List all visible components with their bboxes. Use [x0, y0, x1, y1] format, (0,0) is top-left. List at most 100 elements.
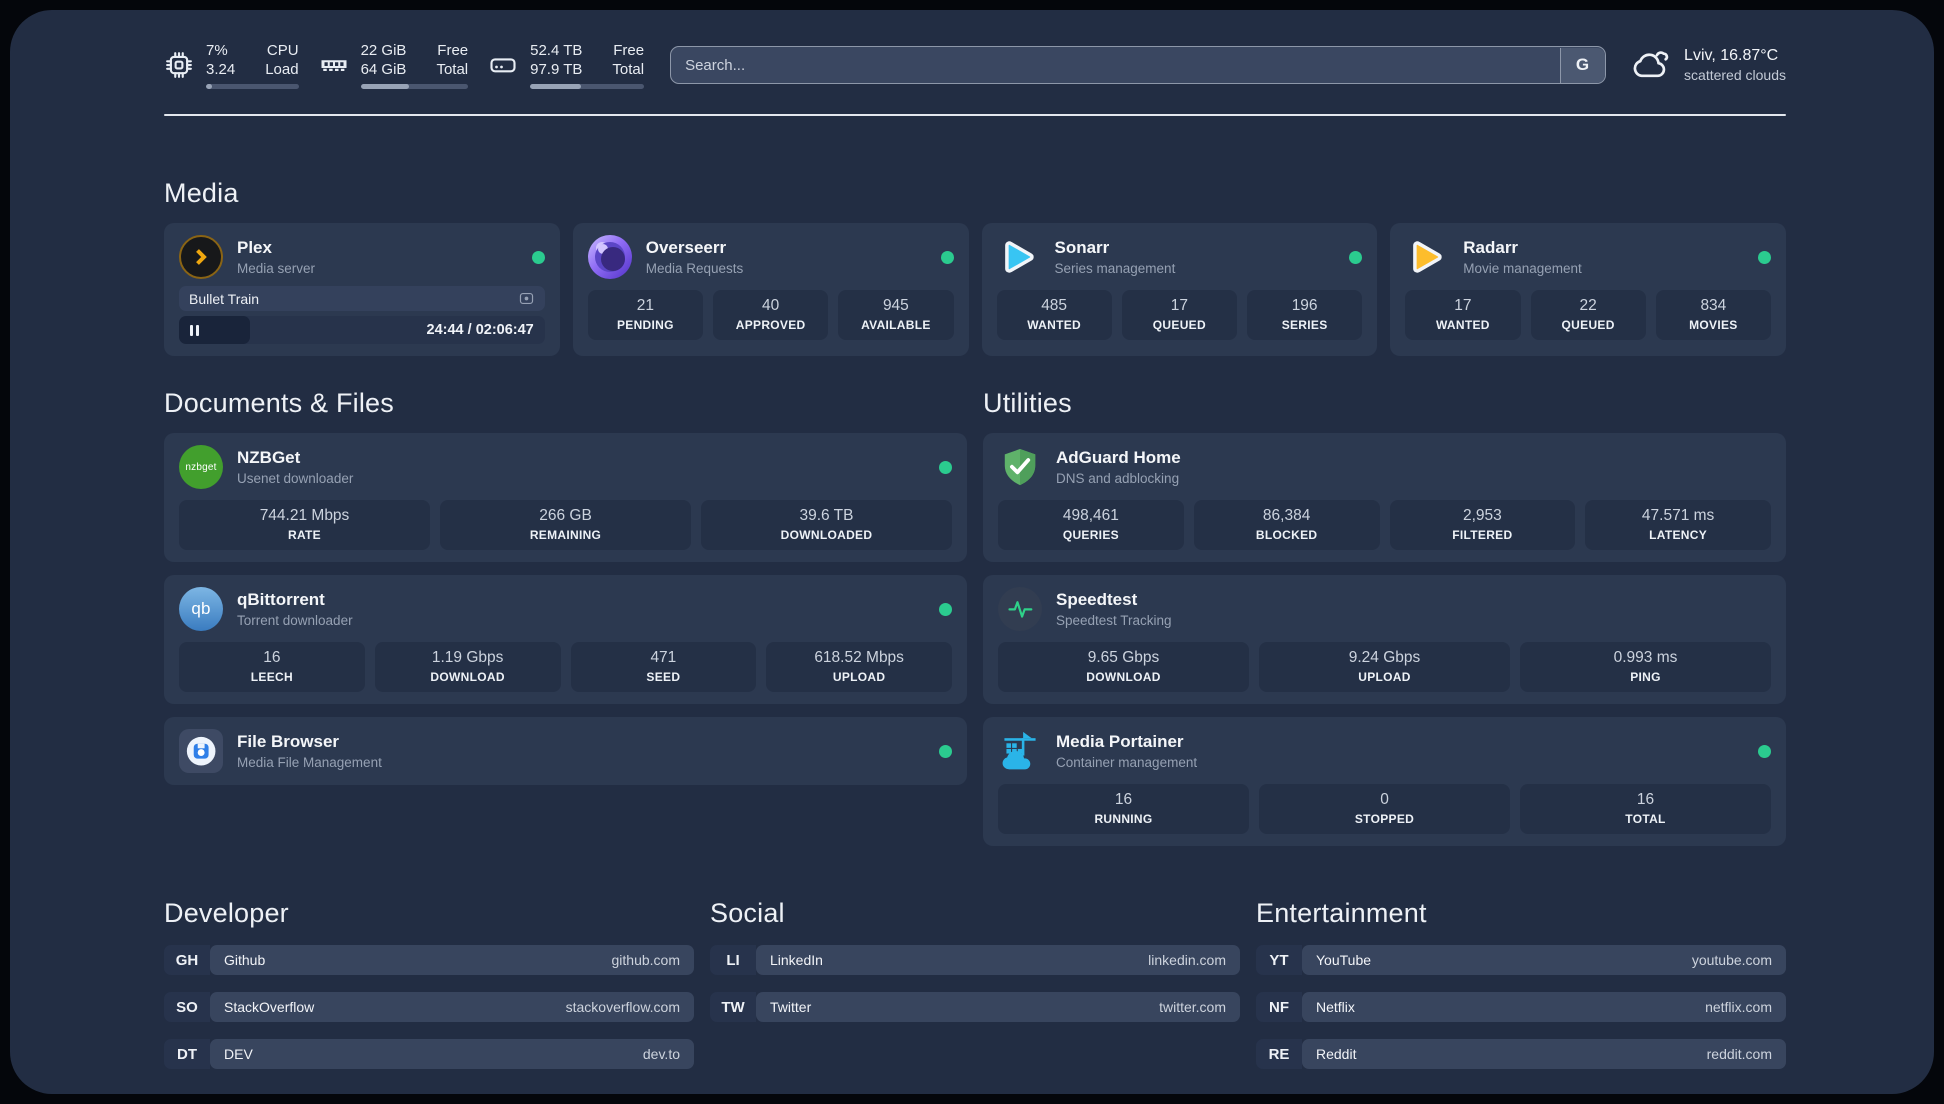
links-section-developer: Developer GH Github github.com SO StackOv… — [164, 898, 694, 1086]
link-row-netflix[interactable]: NF Netflix netflix.com — [1256, 992, 1786, 1022]
cpu-stat: 7% 3.24 CPU Load — [164, 41, 299, 89]
app-title: Sonarr — [1054, 238, 1110, 257]
section-heading-developer: Developer — [164, 898, 289, 928]
app-card-portainer[interactable]: Media Portainer Container management 16 R… — [983, 717, 1786, 846]
app-subtitle: Movie management — [1463, 261, 1582, 276]
app-title: File Browser — [237, 732, 340, 751]
qbittorrent-icon: qb — [179, 587, 223, 631]
cpu-label-bottom: Load — [265, 61, 299, 78]
disk-label-top: Free — [613, 42, 645, 59]
disk-free: 52.4 TB — [530, 42, 583, 59]
radarr-icon — [1405, 235, 1449, 279]
ram-label-bottom: Total — [436, 61, 469, 78]
app-card-nzbget[interactable]: nzbget NZBGet Usenet downloader 744.21 M… — [164, 433, 967, 562]
stat-queries: 498,461 QUERIES — [998, 500, 1184, 550]
adguard-icon — [998, 445, 1042, 489]
stat-blocked: 86,384 BLOCKED — [1193, 500, 1380, 550]
app-subtitle: Usenet downloader — [237, 471, 354, 486]
link-name: Reddit — [1316, 1046, 1357, 1062]
ram-icon — [319, 50, 349, 80]
status-online-dot — [1758, 744, 1771, 758]
link-row-twitter[interactable]: TW Twitter twitter.com — [710, 992, 1240, 1022]
playback-progress-row: 24:44 / 02:06:47 — [179, 316, 545, 344]
app-subtitle: Series management — [1054, 261, 1176, 276]
app-card-qbittorrent[interactable]: qb qBittorrent Torrent downloader 16 LEEC… — [164, 575, 967, 704]
link-url: github.com — [611, 952, 680, 968]
link-url: netflix.com — [1705, 999, 1772, 1015]
section-heading-utilities: Utilities — [983, 388, 1072, 418]
link-row-reddit[interactable]: RE Reddit reddit.com — [1256, 1039, 1786, 1069]
stat-available: 945 AVAILABLE — [838, 290, 954, 340]
pause-icon[interactable] — [190, 324, 200, 336]
link-name: StackOverflow — [224, 999, 315, 1015]
cast-screen-icon[interactable] — [518, 290, 535, 307]
stat-pending: 21 PENDING — [587, 290, 703, 340]
section-heading-documents: Documents & Files — [164, 388, 394, 418]
sonarr-icon — [997, 235, 1041, 279]
link-name: Github — [224, 952, 266, 968]
app-title: qBittorrent — [237, 590, 325, 609]
status-online-dot — [939, 602, 952, 616]
app-title: AdGuard Home — [1056, 448, 1181, 467]
link-abbr: RE — [1256, 1039, 1302, 1069]
status-online-dot — [939, 744, 952, 758]
app-card-radarr[interactable]: Radarr Movie management 17 WANTED 22 QUEUE… — [1390, 223, 1786, 356]
app-title: Overseerr — [645, 238, 727, 257]
link-row-dev[interactable]: DT DEV dev.to — [164, 1039, 694, 1069]
status-online-dot — [531, 250, 545, 264]
link-row-stackoverflow[interactable]: SO StackOverflow stackoverflow.com — [164, 992, 694, 1022]
status-online-dot — [940, 250, 954, 264]
stat-upload: 9.24 Gbps UPLOAD — [1259, 642, 1510, 692]
app-card-overseerr[interactable]: Overseerr Media Requests 21 PENDING 40 APP… — [572, 223, 969, 356]
app-card-speedtest[interactable]: Speedtest Speedtest Tracking 9.65 Gbps DO… — [983, 575, 1786, 704]
app-title: Media Portainer — [1056, 732, 1184, 751]
links-section-entertainment: Entertainment YT YouTube youtube.com NF N… — [1256, 898, 1786, 1086]
filebrowser-icon — [179, 729, 223, 773]
search-provider-button[interactable]: G — [1559, 47, 1605, 83]
disk-stat: 52.4 TB 97.9 TB Free Total — [488, 41, 645, 89]
header-bar: 7% 3.24 CPU Load 22 GiB 64 GiB Free Total — [164, 36, 1786, 94]
app-card-adguard[interactable]: AdGuard Home DNS and adblocking 498,461 Q… — [983, 433, 1786, 562]
stat-leech: 16 LEECH — [179, 642, 365, 692]
link-url: youtube.com — [1691, 952, 1772, 968]
link-name: YouTube — [1316, 952, 1372, 968]
app-card-plex[interactable]: Plex Media server Bullet Train 24:44 / 0… — [164, 223, 560, 356]
cpu-icon — [164, 50, 194, 80]
link-name: Twitter — [770, 999, 812, 1015]
stat-latency: 47.571 ms LATENCY — [1585, 500, 1771, 550]
ram-progress-bar — [360, 84, 469, 89]
disk-progress-bar — [530, 84, 645, 89]
app-title: Radarr — [1463, 238, 1519, 257]
overseerr-icon — [587, 235, 632, 279]
app-subtitle: Media File Management — [237, 755, 382, 770]
app-subtitle: Speedtest Tracking — [1056, 613, 1172, 628]
link-url: linkedin.com — [1148, 952, 1226, 968]
section-heading-social: Social — [710, 898, 785, 928]
cpu-loadavg: 3.24 — [206, 61, 236, 78]
stat-movies: 834 MOVIES — [1655, 290, 1771, 340]
link-abbr: DT — [164, 1039, 210, 1069]
section-heading-entertainment: Entertainment — [1256, 898, 1427, 928]
link-abbr: TW — [710, 992, 756, 1022]
cpu-label-top: CPU — [266, 42, 299, 59]
stat-stopped: 0 STOPPED — [1259, 784, 1510, 834]
nzbget-icon: nzbget — [179, 445, 223, 489]
link-row-github[interactable]: GH Github github.com — [164, 945, 694, 975]
link-url: stackoverflow.com — [565, 999, 680, 1015]
app-card-sonarr[interactable]: Sonarr Series management 485 WANTED 17 QUE… — [981, 223, 1378, 356]
app-card-filebrowser[interactable]: File Browser Media File Management — [164, 717, 967, 785]
link-row-linkedin[interactable]: LI LinkedIn linkedin.com — [710, 945, 1240, 975]
ram-free: 22 GiB — [360, 42, 407, 59]
link-url: twitter.com — [1159, 999, 1226, 1015]
link-name: LinkedIn — [770, 952, 823, 968]
search-input[interactable] — [670, 46, 1607, 84]
stat-downloaded: 39.6 TB DOWNLOADED — [701, 500, 952, 550]
app-subtitle: Media server — [237, 261, 316, 276]
app-title: Speedtest — [1056, 590, 1138, 609]
cloud-icon — [1630, 45, 1670, 85]
stat-upload: 618.52 Mbps UPLOAD — [766, 642, 952, 692]
link-row-youtube[interactable]: YT YouTube youtube.com — [1256, 945, 1786, 975]
stat-seed: 471 SEED — [570, 642, 757, 692]
weather-widget: Lviv, 16.87°C scattered clouds — [1630, 45, 1786, 85]
link-url: dev.to — [642, 1046, 680, 1062]
